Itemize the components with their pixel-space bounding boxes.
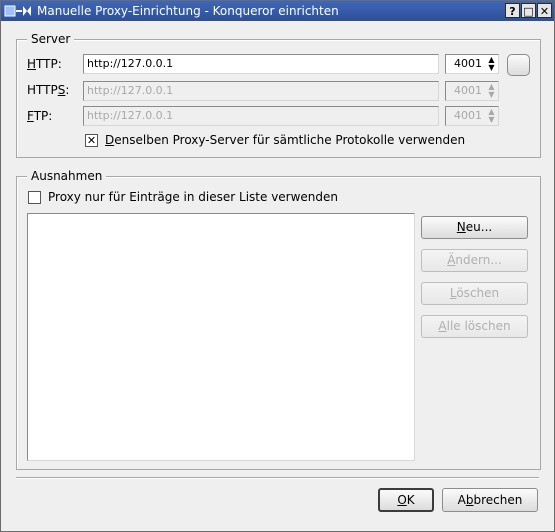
maximize-button[interactable]: □ xyxy=(521,3,536,18)
cancel-button[interactable]: Abbrechen xyxy=(442,488,538,512)
http-port-value: 4001 xyxy=(454,57,482,70)
exceptions-group-title: Ausnahmen xyxy=(27,169,107,183)
https-port-spinbox[interactable]: 4001 ▲ ▼ xyxy=(445,81,499,101)
ftp-port-value: 4001 xyxy=(454,109,482,122)
delete-button[interactable]: Löschen xyxy=(421,282,528,305)
dialog-window: Manuelle Proxy-Einrichtung - Konqueror e… xyxy=(0,0,555,532)
https-proxy-input[interactable]: http://127.0.0.1 xyxy=(83,81,439,101)
https-label: HTTPS: xyxy=(27,83,70,97)
window-menu-icon[interactable] xyxy=(4,3,32,19)
delete-all-button[interactable]: Alle löschen xyxy=(421,315,528,338)
http-port-spinbox[interactable]: 4001 ▲ ▼ xyxy=(445,54,499,74)
ftp-port-spinbox[interactable]: 4001 ▲ ▼ xyxy=(445,106,499,126)
only-list-label[interactable]: Proxy nur für Einträge in dieser Liste v… xyxy=(48,190,338,204)
ftp-label: FTP: xyxy=(27,109,53,123)
spin-arrows-icon[interactable]: ▲ ▼ xyxy=(486,108,497,124)
same-proxy-checkbox[interactable]: ✕ xyxy=(85,134,98,147)
http-label: HTTP: xyxy=(27,57,62,71)
server-group-title: Server xyxy=(27,32,75,46)
window-title: Manuelle Proxy-Einrichtung - Konqueror e… xyxy=(37,4,339,18)
same-proxy-label[interactable]: Denselben Proxy-Server für sämtliche Pro… xyxy=(105,133,465,147)
ftp-proxy-input[interactable]: http://127.0.0.1 xyxy=(83,106,439,126)
ok-button[interactable]: OK xyxy=(378,488,434,512)
https-port-value: 4001 xyxy=(454,84,482,97)
http-proxy-input[interactable]: http://127.0.0.1 xyxy=(83,54,439,74)
only-list-checkbox[interactable] xyxy=(28,191,41,204)
close-button[interactable]: ✕ xyxy=(537,3,552,18)
new-button[interactable]: Neu... xyxy=(421,216,528,239)
copy-settings-button[interactable] xyxy=(507,54,530,76)
spin-arrows-icon[interactable]: ▲ ▼ xyxy=(486,83,497,99)
title-bar[interactable]: Manuelle Proxy-Einrichtung - Konqueror e… xyxy=(1,1,554,21)
help-button[interactable]: ? xyxy=(505,3,520,18)
spin-arrows-icon[interactable]: ▲ ▼ xyxy=(486,56,497,72)
exceptions-list[interactable] xyxy=(27,213,415,461)
footer-separator xyxy=(16,477,539,479)
change-button[interactable]: Ändern... xyxy=(421,249,528,272)
